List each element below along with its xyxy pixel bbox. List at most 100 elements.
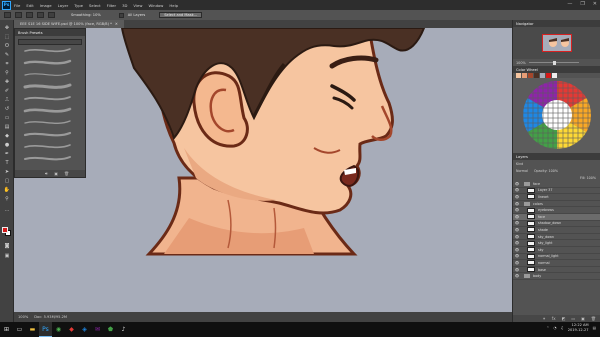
- toggle-brush-panel-icon[interactable]: ⎆: [45, 171, 48, 176]
- layer-fill[interactable]: Fill: 100%: [580, 176, 596, 180]
- hand-tool-icon[interactable]: ✋: [3, 186, 11, 193]
- document-tab[interactable]: EEE S1E 16 SIDE WIFE.psd @ 100% (face, R…: [14, 20, 124, 28]
- menu-select[interactable]: Select: [89, 3, 101, 8]
- layer-row[interactable]: 👁 normal_light: [513, 253, 600, 261]
- layer-row[interactable]: 👁 body: [513, 273, 600, 280]
- document-canvas[interactable]: [14, 28, 512, 312]
- marquee-tool-icon[interactable]: ⬚: [3, 33, 11, 40]
- layer-row[interactable]: 👁 lineart: [513, 194, 600, 201]
- menu-layer[interactable]: Layer: [58, 3, 69, 8]
- layer-visibility-eye-icon[interactable]: 👁: [513, 188, 521, 192]
- mode-new-selection[interactable]: [15, 12, 22, 18]
- layer-row[interactable]: 👁 base: [513, 267, 600, 274]
- app-icon-3[interactable]: ✉: [91, 322, 104, 337]
- add-style-icon[interactable]: fx: [552, 316, 556, 321]
- layer-visibility-eye-icon[interactable]: 👁: [513, 221, 521, 225]
- layer-visibility-eye-icon[interactable]: 👁: [513, 235, 521, 239]
- layer-visibility-eye-icon[interactable]: 👁: [513, 268, 521, 272]
- app-icon-5[interactable]: ♪: [117, 322, 130, 337]
- menu-file[interactable]: File: [14, 3, 20, 8]
- navigator-zoom-value[interactable]: 100%: [516, 61, 526, 65]
- dodge-tool-icon[interactable]: ●: [3, 141, 11, 148]
- brush-preset-strokes[interactable]: [15, 45, 85, 165]
- quick-select-tool-icon[interactable]: ✎: [3, 51, 11, 58]
- app-icon-2[interactable]: ◈: [78, 322, 91, 337]
- zoom-slider-knob[interactable]: [552, 60, 556, 65]
- layer-opacity[interactable]: Opacity: 100%: [534, 169, 558, 173]
- path-select-tool-icon[interactable]: ➤: [3, 168, 11, 175]
- blur-tool-icon[interactable]: ◆: [3, 132, 11, 139]
- delete-layer-icon[interactable]: 🗑: [591, 316, 596, 321]
- gradient-tool-icon[interactable]: ▤: [3, 123, 11, 130]
- layers-tab[interactable]: Layers: [513, 153, 600, 160]
- pen-tool-icon[interactable]: ✒: [3, 150, 11, 157]
- zoom-tool-icon[interactable]: ⚲: [3, 195, 11, 202]
- layer-row[interactable]: 👁 shadow_down: [513, 220, 600, 228]
- history-brush-tool-icon[interactable]: ↺: [3, 105, 11, 112]
- clock[interactable]: 12:22 AM 2019-12-27: [568, 323, 589, 332]
- app-icon-4[interactable]: ⬟: [104, 322, 117, 337]
- layer-visibility-eye-icon[interactable]: 👁: [513, 195, 521, 199]
- navigator-zoom-slider[interactable]: [528, 60, 579, 65]
- layer-row[interactable]: 👁 eyebrows: [513, 207, 600, 214]
- layer-row[interactable]: 👁 sky_down: [513, 234, 600, 241]
- layer-visibility-eye-icon[interactable]: 👁: [513, 241, 521, 245]
- mode-add-selection[interactable]: [26, 12, 33, 18]
- layer-row[interactable]: 👁 colors: [513, 201, 600, 208]
- shape-tool-icon[interactable]: ▢: [3, 177, 11, 184]
- maximize-button[interactable]: ❐: [580, 1, 584, 7]
- windows-start-icon[interactable]: ⊞: [0, 322, 13, 337]
- app-icon[interactable]: ◆: [65, 322, 78, 337]
- lasso-tool-icon[interactable]: ʘ: [3, 42, 11, 49]
- color-wheel-graphic[interactable]: [513, 78, 600, 153]
- layer-visibility-eye-icon[interactable]: 👁: [513, 208, 521, 212]
- layer-visibility-eye-icon[interactable]: 👁: [513, 215, 521, 219]
- tray-chevron-icon[interactable]: ⌃: [546, 326, 549, 330]
- layer-row[interactable]: 👁 face: [513, 213, 600, 221]
- layer-visibility-eye-icon[interactable]: 👁: [513, 274, 521, 278]
- zoom-readout[interactable]: 100%: [18, 315, 28, 319]
- mode-intersect-selection[interactable]: [48, 12, 55, 18]
- foreground-color-swatch[interactable]: [2, 227, 8, 233]
- photoshop-taskbar-icon[interactable]: Ps: [39, 322, 52, 337]
- move-tool-icon[interactable]: ✥: [3, 24, 11, 31]
- menu-edit[interactable]: Edit: [26, 3, 33, 8]
- menu-view[interactable]: View: [133, 3, 142, 8]
- minimize-button[interactable]: —: [567, 1, 572, 7]
- eyedropper-tool-icon[interactable]: ⚲: [3, 69, 11, 76]
- mode-subtract-selection[interactable]: [37, 12, 44, 18]
- layer-visibility-eye-icon[interactable]: 👁: [513, 248, 521, 252]
- layer-row[interactable]: 👁 shade: [513, 227, 600, 234]
- close-tab-icon[interactable]: ✕: [115, 22, 118, 26]
- layer-visibility-eye-icon[interactable]: 👁: [513, 182, 521, 186]
- layer-row[interactable]: 👁 face: [513, 181, 600, 188]
- crop-tool-icon[interactable]: ⌗: [3, 60, 11, 67]
- layer-row[interactable]: 👁 sky_light: [513, 240, 600, 247]
- volume-icon[interactable]: ♫: [560, 326, 563, 330]
- layer-kind-filter[interactable]: Kind: [516, 162, 523, 166]
- layer-visibility-eye-icon[interactable]: 👁: [513, 254, 521, 258]
- notifications-icon[interactable]: ▤: [593, 326, 596, 330]
- layer-row[interactable]: 👁 normal: [513, 260, 600, 267]
- select-and-mask-button[interactable]: Select and Mask...: [159, 12, 203, 18]
- menu-3d[interactable]: 3D: [122, 3, 127, 8]
- delete-preset-icon[interactable]: 🗑: [64, 171, 69, 176]
- add-mask-icon[interactable]: ◩: [562, 316, 566, 321]
- layer-visibility-eye-icon[interactable]: 👁: [513, 202, 521, 206]
- healing-brush-tool-icon[interactable]: ✚: [3, 78, 11, 85]
- chrome-icon[interactable]: ◉: [52, 322, 65, 337]
- layer-visibility-eye-icon[interactable]: 👁: [513, 261, 521, 265]
- color-wheel-tab[interactable]: Color Wheel: [513, 66, 600, 73]
- close-button[interactable]: ✕: [593, 1, 597, 7]
- tool-preset-picker[interactable]: [4, 12, 11, 18]
- new-group-icon[interactable]: ▭: [571, 316, 575, 321]
- sample-all-layers-checkbox[interactable]: [118, 12, 124, 18]
- navigator-tab[interactable]: Navigator: [513, 20, 600, 27]
- task-view-icon[interactable]: ▭: [13, 322, 26, 337]
- layer-row[interactable]: 👁 Layer 37: [513, 187, 600, 195]
- layer-row[interactable]: 👁 sky: [513, 247, 600, 254]
- color-wheel[interactable]: [513, 78, 600, 153]
- brush-tool-icon[interactable]: ✐: [3, 87, 11, 94]
- menu-window[interactable]: Window: [148, 3, 163, 8]
- file-explorer-icon[interactable]: ▬: [26, 322, 39, 337]
